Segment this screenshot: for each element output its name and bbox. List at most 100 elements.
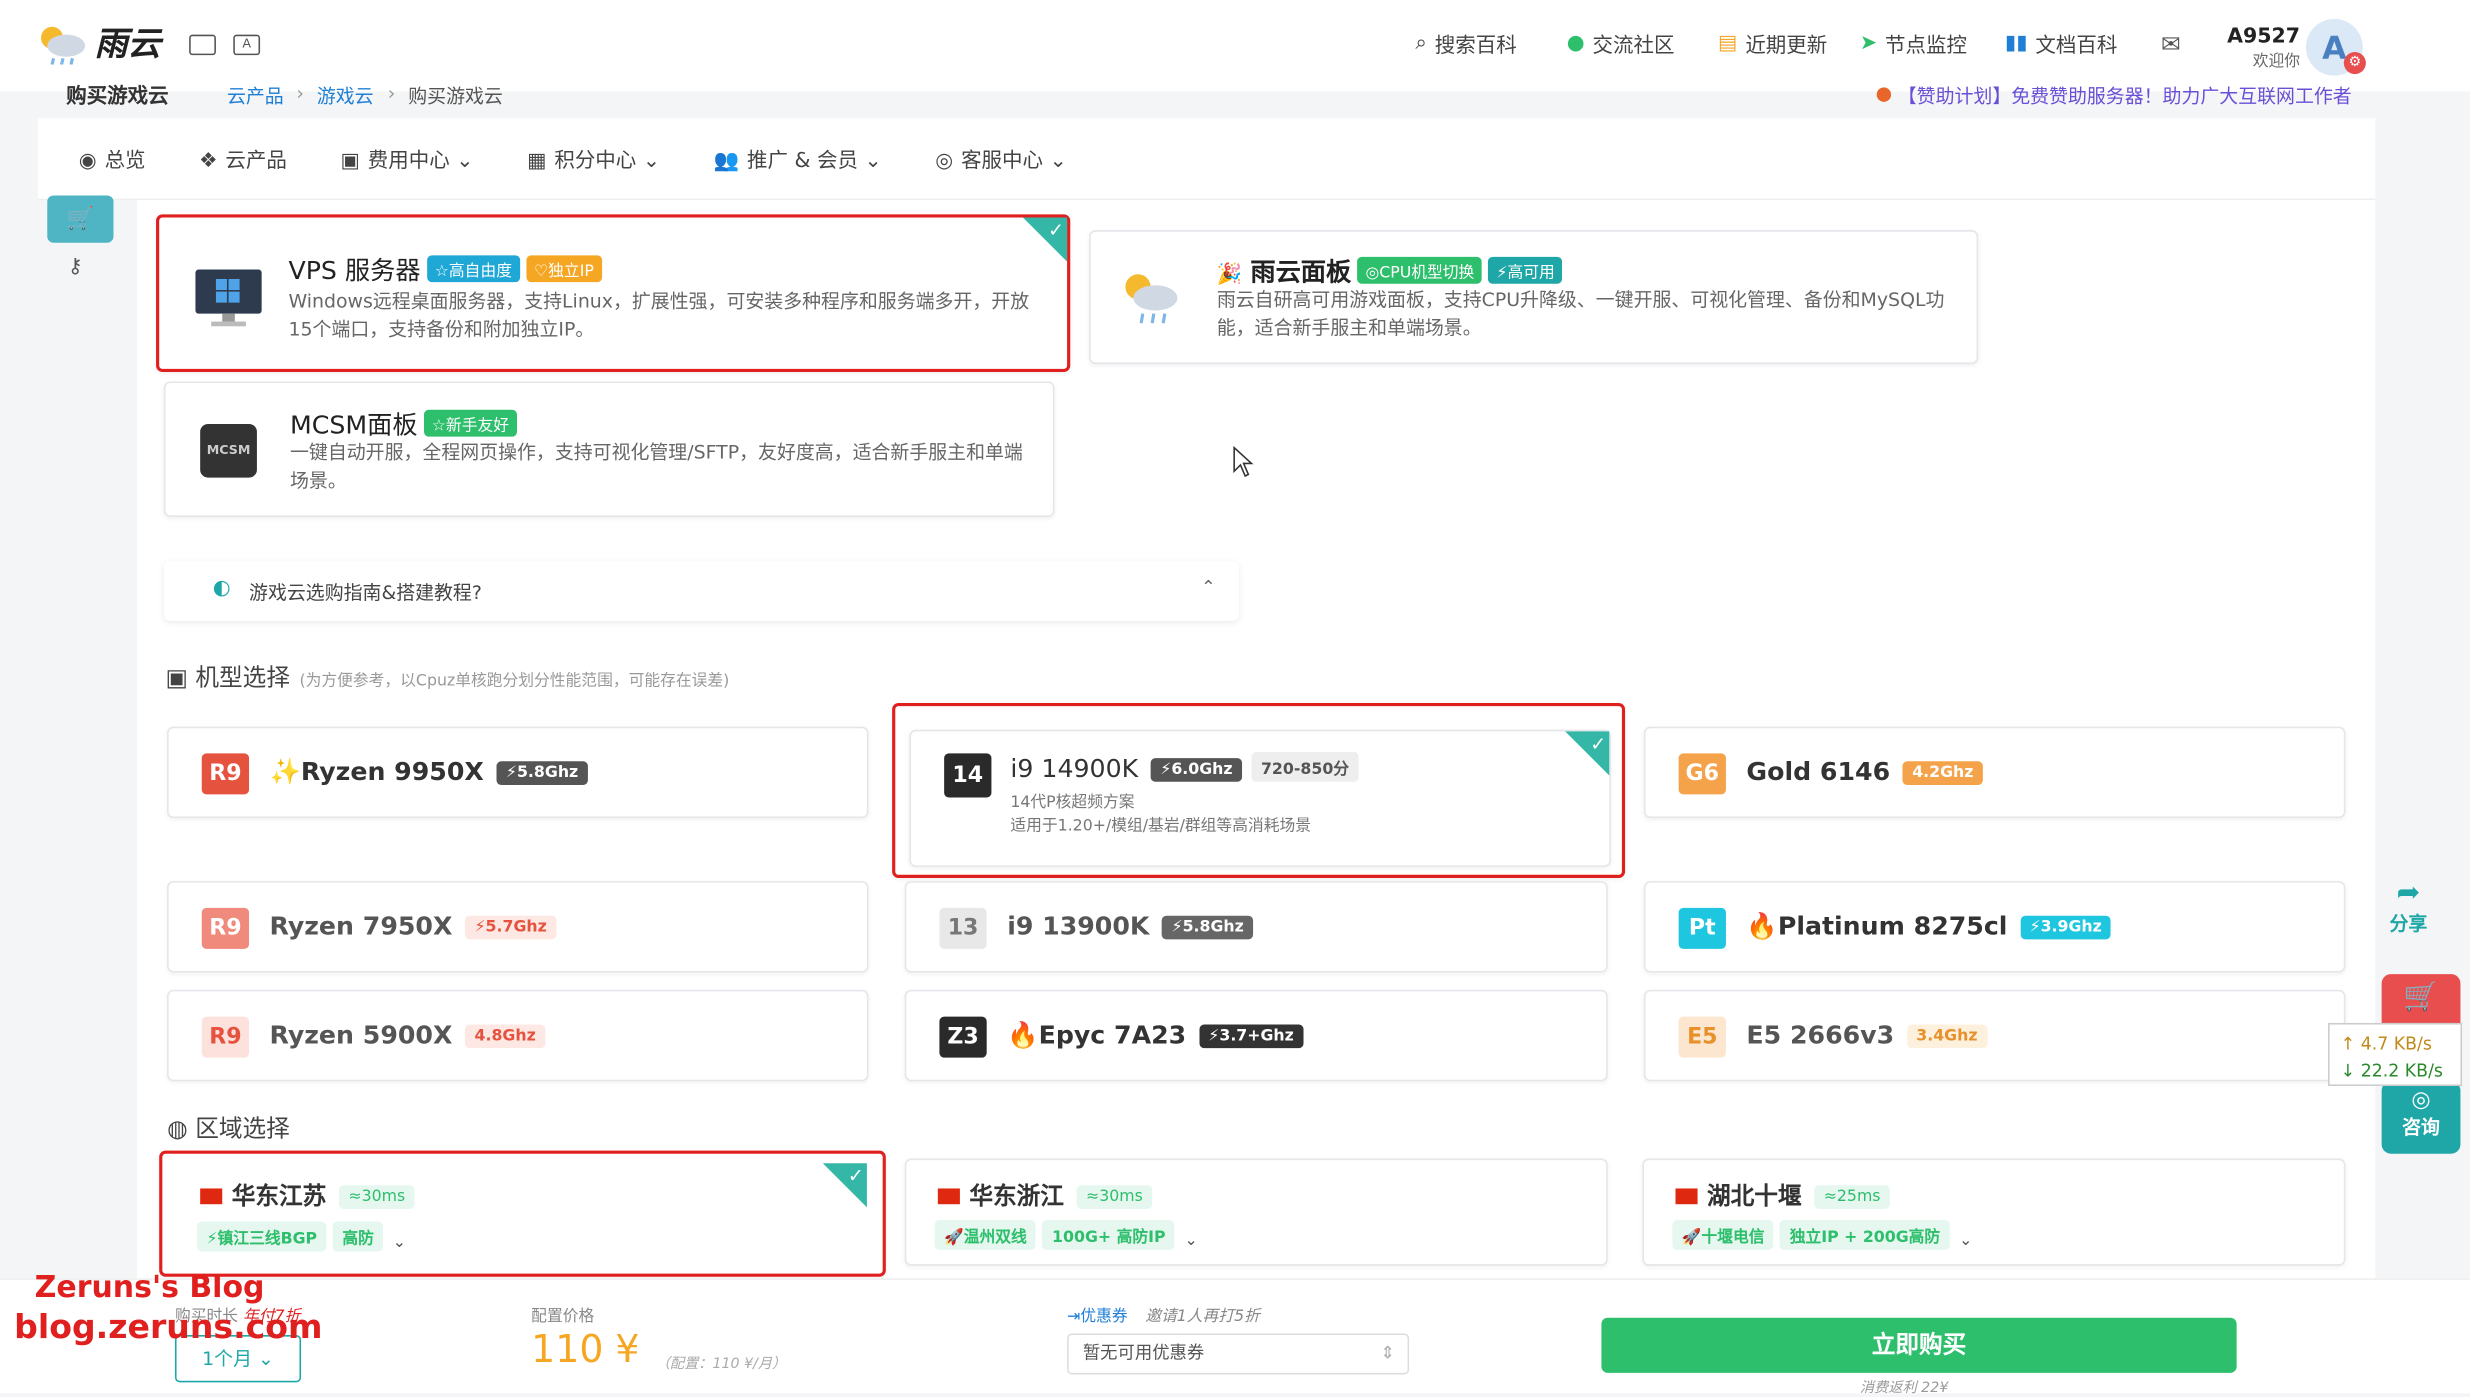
page-root: 雨云 A ⌕ 搜索百科 ● 交流社区 ▤ 近期更新 ➤ 节点监控 ▮▮ 文档百科 ✉ A9… [0, 0, 2470, 1397]
cpu-option-r9-7950x[interactable]: R9 Ryzen 7950X ⚡5.7Ghz [167, 881, 869, 973]
globe-icon: ◍ [167, 1114, 188, 1143]
menu-points[interactable]: ▦ 积分中心 ⌄ [527, 143, 661, 174]
selected-check-icon [1565, 731, 1610, 776]
translate-icon[interactable]: A [233, 34, 261, 56]
fire-icon: ● [1875, 81, 1893, 105]
tag-ip: ♡独立IP [526, 255, 602, 283]
cart-icon: 🛒 [2403, 980, 2439, 1014]
chevron-down-icon: ⌄ [642, 149, 661, 174]
coupon-icon: ⇥ [1067, 1308, 1081, 1326]
chevron-down-icon[interactable]: ⌄ [1184, 1233, 1197, 1250]
region-section-title: ◍ 区域选择 [167, 1114, 290, 1143]
product-title: VPS 服务器 [288, 255, 421, 286]
chip-icon: ▣ [165, 663, 188, 692]
consult-button[interactable]: ◎ 咨询 [2381, 1081, 2461, 1154]
main-menu: ◉ 总览 ❖ 云产品 ▣ 费用中心 ⌄ ▦ 积分中心 ⌄ 👥 推广 & 会员 ⌄ ◎ 客服中… [37, 118, 2376, 201]
menu-support[interactable]: ◎ 客服中心 ⌄ [935, 143, 1066, 174]
share-button[interactable]: ➦ 分享 [2390, 876, 2428, 936]
mail-icon[interactable]: ✉ [2161, 30, 2181, 58]
nav-updates[interactable]: ▤ 近期更新 [1718, 28, 1827, 59]
nav-search[interactable]: ⌕ 搜索百科 [1415, 28, 1516, 59]
region-jiangsu[interactable]: 华东江苏≈30ms ⚡镇江三线BGP高防⌄ [159, 1150, 886, 1277]
cpu-option-r9-9950x[interactable]: R9 ✨Ryzen 9950X ⚡5.8Ghz [167, 726, 869, 819]
cubes-icon: ❖ [199, 149, 218, 174]
chevron-down-icon[interactable]: ⌄ [393, 1234, 406, 1251]
price-label: 配置价格 [531, 1308, 595, 1326]
wechat-icon: ● [1566, 31, 1585, 56]
china-flag-icon [937, 1188, 960, 1205]
chevron-down-icon[interactable]: ⌄ [1959, 1233, 1972, 1250]
party-icon: 🎉 [1216, 263, 1243, 287]
search-icon: ⌕ [1415, 31, 1427, 56]
dashboard-icon: ◉ [78, 149, 97, 174]
region-hubei[interactable]: 湖北十堰 ≈25ms 🚀十堰电信 独立IP + 200G高防 ⌄ [1642, 1158, 2346, 1266]
cart-tab[interactable]: 🛒 [47, 195, 114, 243]
price-note: （配置：110 ¥/月） [655, 1357, 787, 1373]
send-icon: ➤ [1859, 31, 1878, 56]
users-icon: 👥 [713, 149, 740, 174]
chevron-down-icon: ⌄ [456, 149, 474, 174]
settings-gear-icon[interactable]: ⚙ [2343, 52, 2366, 75]
breadcrumb: 购买游戏云 云产品 › 游戏云 › 购买游戏云 ● 【赞助计划】免费赞助服务器！… [38, 82, 2376, 114]
image-icon[interactable] [189, 34, 216, 56]
cloud-sun-logo-icon [40, 26, 86, 65]
guide-collapse[interactable]: ◐ 游戏云选购指南&搭建教程? ⌃ [163, 561, 1239, 622]
money-icon: ▣ [340, 149, 360, 174]
menu-promotion[interactable]: 👥 推广 & 会员 ⌄ [713, 143, 882, 174]
book-icon: ▮▮ [2004, 31, 2028, 56]
cpu-section-title: ▣ 机型选择 (为方便参考，以Cpuz单核跑分划分性能范围，可能存在误差) [165, 663, 730, 692]
china-flag-icon [200, 1188, 223, 1205]
breadcrumb-products[interactable]: 云产品 [227, 82, 284, 109]
tag-ha: ⚡高可用 [1488, 256, 1563, 284]
chevron-down-icon: ⌄ [864, 149, 882, 174]
china-flag-icon [1675, 1188, 1698, 1205]
chevron-up-icon: ⌃ [1201, 576, 1216, 598]
headset-icon: ◎ [935, 149, 954, 174]
watermark-line2: blog.zeruns.com [14, 1308, 323, 1347]
product-panel-card[interactable]: 🎉 雨云面板 ◎CPU机型切换 ⚡高可用 雨云自研高可用游戏面板，支持CPU升降级、… [1089, 230, 1979, 365]
gift-icon: ▦ [527, 149, 547, 174]
product-vps-card[interactable]: VPS 服务器☆高自由度♡独立IP Windows远程桌面服务器，支持Linux… [156, 214, 1071, 372]
product-title: MCSM面板 [290, 409, 418, 440]
cpu-option-e5-2666v3[interactable]: E5 E5 2666v3 3.4Ghz [1643, 989, 2346, 1082]
buy-now-button[interactable]: 立即购买 [1601, 1317, 2237, 1373]
guide-label: 游戏云选购指南&搭建教程? [249, 581, 482, 604]
menu-billing[interactable]: ▣ 费用中心 ⌄ [340, 143, 474, 174]
menu-products[interactable]: ❖ 云产品 [199, 143, 287, 174]
logo[interactable]: 雨云 [35, 19, 161, 66]
breadcrumb-current: 购买游戏云 [408, 85, 503, 108]
share-icon: ➦ [2396, 876, 2421, 910]
product-mcsm-card[interactable]: MCSM MCSM面板 ☆新手友好 一键自动开服，全程网页操作，支持可视化管理/S… [163, 381, 1055, 517]
cpu-option-platinum-8275cl[interactable]: Pt 🔥Platinum 8275cl ⚡3.9Ghz [1643, 881, 2346, 973]
product-desc: Windows远程桌面服务器，支持Linux，扩展性强，可安装多种程序和服务端多… [288, 290, 1030, 341]
nav-docs[interactable]: ▮▮ 文档百科 [2004, 28, 2117, 59]
key-icon[interactable]: ⚷ [68, 255, 83, 279]
watermark-line1: Zeruns's Blog [34, 1270, 265, 1306]
cpu-option-i9-13900k[interactable]: 13 i9 13900K ⚡5.8Ghz [904, 881, 1608, 973]
cpu-option-epyc-7a23[interactable]: Z3 🔥Epyc 7A23 ⚡3.7+Ghz [904, 989, 1608, 1082]
nav-community[interactable]: ● 交流社区 [1566, 28, 1675, 59]
network-speed-widget: ↑ 4.7 KB/s ↓ 22.2 KB/s [2328, 1022, 2463, 1087]
cloud-sun-icon [1125, 274, 1178, 324]
cpu-option-gold-6146[interactable]: G6 Gold 6146 4.2Ghz [1643, 726, 2346, 819]
nav-monitor[interactable]: ➤ 节点监控 [1859, 28, 1967, 59]
help-icon: ◐ [212, 576, 231, 601]
breadcrumb-gamecloud[interactable]: 游戏云 [317, 82, 374, 109]
coupon-select[interactable]: 暂无可用优惠券 ⇕ [1067, 1333, 1410, 1375]
selected-check-icon [822, 1163, 867, 1208]
mcsm-icon: MCSM [200, 423, 257, 478]
tag-newbie: ☆新手友好 [423, 409, 517, 437]
cashback-note: 消费返利 22¥ [1859, 1380, 1949, 1397]
menu-overview[interactable]: ◉ 总览 [78, 143, 146, 174]
sponsor-notice[interactable]: 【赞助计划】免费赞助服务器！助力广大互联网工作者 [1898, 82, 2352, 109]
cart-icon: 🛒 [66, 206, 95, 232]
mouse-cursor-icon [1233, 446, 1254, 478]
cpu-option-i9-14900k[interactable]: 14 i9 14900K⚡6.0Ghz720-850分 14代P核超频方案适用于… [892, 702, 1626, 878]
region-zhejiang[interactable]: 华东浙江 ≈30ms 🚀温州双线 100G+ 高防IP ⌄ [904, 1158, 1608, 1266]
product-desc: 雨云自研高可用游戏面板，支持CPU升降级、一键开服、可视化管理、备份和MySQL… [1216, 288, 1945, 339]
cpu-option-r9-5900x[interactable]: R9 Ryzen 5900X 4.8Ghz [167, 989, 869, 1082]
monitor-windows-icon [195, 269, 262, 327]
news-icon: ▤ [1718, 31, 1738, 56]
user-info[interactable]: A9527 欢迎你 [2227, 25, 2300, 74]
page-title: 购买游戏云 [66, 85, 169, 109]
